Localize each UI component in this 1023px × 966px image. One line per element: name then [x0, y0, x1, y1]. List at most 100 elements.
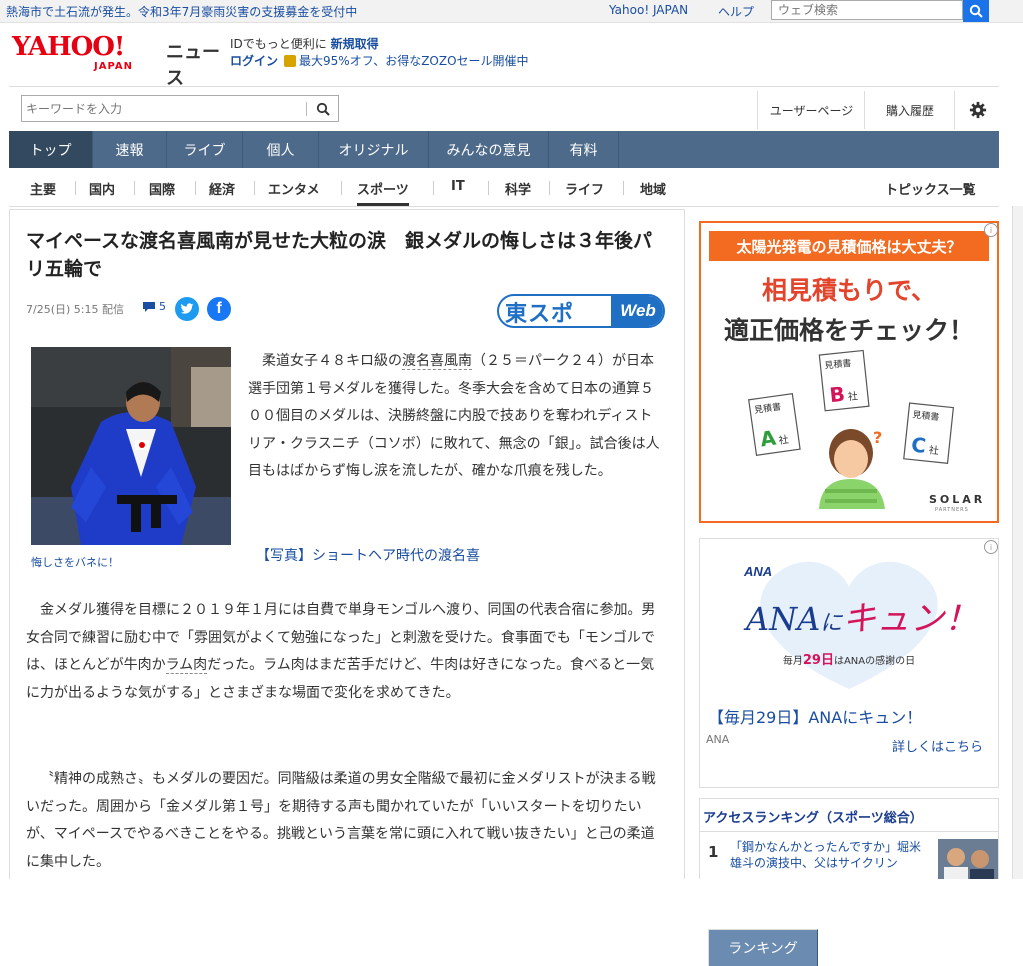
publisher-logo-web: Web [611, 296, 663, 326]
ad-info-icon[interactable]: i [984, 223, 998, 237]
tab-live[interactable]: ライブ [167, 131, 243, 168]
twitter-share-button[interactable] [175, 297, 199, 321]
search-separator [306, 102, 307, 116]
tab-original[interactable]: オリジナル [319, 131, 429, 168]
logo-japan-text: JAPAN [94, 61, 133, 72]
login-link[interactable]: ログイン [230, 54, 278, 68]
category-life[interactable]: ライフ [565, 179, 604, 198]
header-divider [9, 86, 999, 87]
category-it[interactable]: IT [451, 179, 465, 194]
access-ranking: アクセスランキング（スポーツ総合） 1 「鋼かなんかとったんですか」堀米雄斗の演… [699, 798, 999, 879]
tab-ranking[interactable]: ランキング [708, 929, 818, 966]
ranking-header: アクセスランキング（スポーツ総合） [703, 811, 923, 826]
ana-subtitle: 毎月29日はANAの感謝の日 [700, 649, 998, 668]
estimate-illustration: 見積書 A 社 見積書 B 社 見積書 C 社 ? [748, 349, 955, 509]
ana-brand-logo: ANA [744, 564, 773, 579]
ana-details-link[interactable]: 詳しくはこちら [892, 736, 983, 755]
gear-icon [969, 101, 986, 119]
ana-advertisement[interactable]: ANA ANAにキュン！ 毎月29日はANAの感謝の日 【毎月29日】ANAにキ… [699, 538, 999, 788]
publisher-logo[interactable]: 東スポ Web [497, 294, 665, 328]
tab-breaking[interactable]: 速報 [93, 131, 167, 168]
shopping-bag-icon [284, 55, 297, 67]
keyword-search-input[interactable] [26, 100, 296, 118]
settings-button[interactable] [954, 91, 1000, 129]
category-main[interactable]: 主要 [30, 179, 56, 198]
comment-count-link[interactable]: 5 [142, 300, 166, 313]
solar-advertisement[interactable]: 太陽光発電の見積価格は大丈夫？ 相見積もりで、 適正価格をチェック！ 見積書 A… [699, 221, 999, 523]
zozo-promo-link[interactable]: 最大95%オフ、お得なZOZOセール開催中 [299, 54, 529, 68]
yahoo-news-logo[interactable]: YAHOO! JAPAN ニュース [12, 32, 222, 89]
tab-top[interactable]: トップ [9, 131, 93, 168]
category-domestic[interactable]: 国内 [89, 179, 115, 198]
category-science[interactable]: 科学 [505, 179, 531, 198]
keyword-search-box [21, 95, 339, 122]
search-icon [316, 102, 330, 116]
photo-caption: 悔しさをバネに！ [31, 556, 119, 569]
ana-slogan: ANAにキュン！ [746, 591, 978, 640]
category-divider [195, 181, 196, 195]
tab-opinions[interactable]: みんなの意見 [429, 131, 549, 168]
ranking-thumbnail[interactable] [938, 839, 998, 879]
athlete-name-link[interactable]: 渡名喜風南 [402, 353, 472, 370]
ana-ad-title[interactable]: 【毎月29日】ANAにキュン！ [708, 704, 922, 728]
company-b-letter: B [828, 382, 846, 407]
category-navigation: 主要 国内 国際 経済 エンタメ スポーツ IT 科学 ライフ 地域 トピックス… [9, 172, 999, 207]
ana-ad-source: ANA [706, 733, 730, 746]
solar-ad-headline-1: 相見積もりで、 [761, 276, 936, 305]
help-link[interactable]: ヘルプ [718, 3, 754, 20]
yahoo-japan-link[interactable]: Yahoo! JAPAN [609, 3, 688, 17]
lead-text-pre: 柔道女子４８キロ級の [262, 353, 402, 369]
logo-news-text: ニュース [166, 42, 220, 89]
tab-paid[interactable]: 有料 [549, 131, 619, 168]
category-entertainment[interactable]: エンタメ [268, 179, 320, 198]
category-divider [433, 181, 434, 195]
ana-sub-post: はANAの感謝の日 [833, 656, 916, 667]
disaster-alert-link[interactable]: 熱海市で土石流が発生。令和3年7月豪雨災害の支援募金を受付中 [6, 3, 357, 20]
logo-yahoo-text: YAHOO! [12, 32, 125, 62]
category-region[interactable]: 地域 [640, 179, 666, 198]
ana-ad-artwork: ANA ANAにキュン！ 毎月29日はANAの感謝の日 [700, 539, 998, 697]
ana-sub-day: 29日 [802, 653, 834, 668]
article-photo[interactable] [31, 347, 231, 545]
ranking-number: 1 [708, 843, 719, 861]
purchase-history-link[interactable]: 購入履歴 [864, 91, 955, 129]
solar-ad-headline-2: 適正価格をチェック！ [723, 316, 974, 345]
web-search-button[interactable] [963, 0, 989, 22]
category-international[interactable]: 国際 [149, 179, 175, 198]
twitter-icon [180, 303, 194, 314]
ana-sub-pre: 毎月 [782, 656, 803, 667]
judo-athlete-image [31, 347, 231, 545]
solar-partners-sub: PARTNERS [935, 507, 969, 513]
ranking-item-link[interactable]: 「鋼かなんかとったんですか」堀米雄斗の演技中、父はサイクリン [730, 839, 930, 871]
category-divider [623, 181, 624, 195]
ranking-divider [700, 831, 998, 832]
scrollbar[interactable] [1012, 206, 1023, 879]
ana-slogan-a: ANA [746, 600, 821, 638]
search-icon [969, 4, 983, 18]
ana-slogan-c: キュン！ [842, 599, 979, 639]
related-photo-link[interactable]: 【写真】ショートヘア時代の渡名喜 [256, 545, 480, 565]
topics-list-link[interactable]: トピックス一覧 [885, 179, 976, 198]
ana-slogan-b: に [820, 611, 843, 636]
tab-individual[interactable]: 個人 [243, 131, 319, 168]
lamb-meat-link[interactable]: ラム肉 [165, 657, 208, 674]
lead-text-post: （２５＝パーク２４）が日本選手団第１号メダルを獲得した。冬季大会を含めて日本の通… [248, 353, 660, 479]
user-page-link[interactable]: ユーザーページ [757, 91, 865, 129]
article-date: 7/25(日) 5:15 配信 [26, 303, 124, 316]
ranking-thumbnail-image [938, 839, 998, 879]
publisher-logo-text: 東スポ [505, 302, 575, 327]
svg-text:?: ? [873, 428, 882, 447]
keyword-search-button[interactable] [310, 98, 336, 119]
category-sports[interactable]: スポーツ [357, 179, 409, 206]
register-link[interactable]: 新規取得 [331, 37, 379, 51]
facebook-icon: f [216, 300, 222, 317]
category-divider [549, 181, 550, 195]
ad-info-icon[interactable]: i [984, 540, 998, 554]
category-divider [488, 181, 489, 195]
category-divider [75, 181, 76, 195]
category-economy[interactable]: 経済 [209, 179, 235, 198]
facebook-share-button[interactable]: f [207, 297, 231, 321]
top-announcement-bar: 熱海市で土石流が発生。令和3年7月豪雨災害の支援募金を受付中 Yahoo! JA… [0, 0, 1023, 23]
main-navigation: トップ 速報 ライブ 個人 オリジナル みんなの意見 ランキング 有料 [9, 131, 999, 966]
web-search-input[interactable] [771, 0, 963, 20]
